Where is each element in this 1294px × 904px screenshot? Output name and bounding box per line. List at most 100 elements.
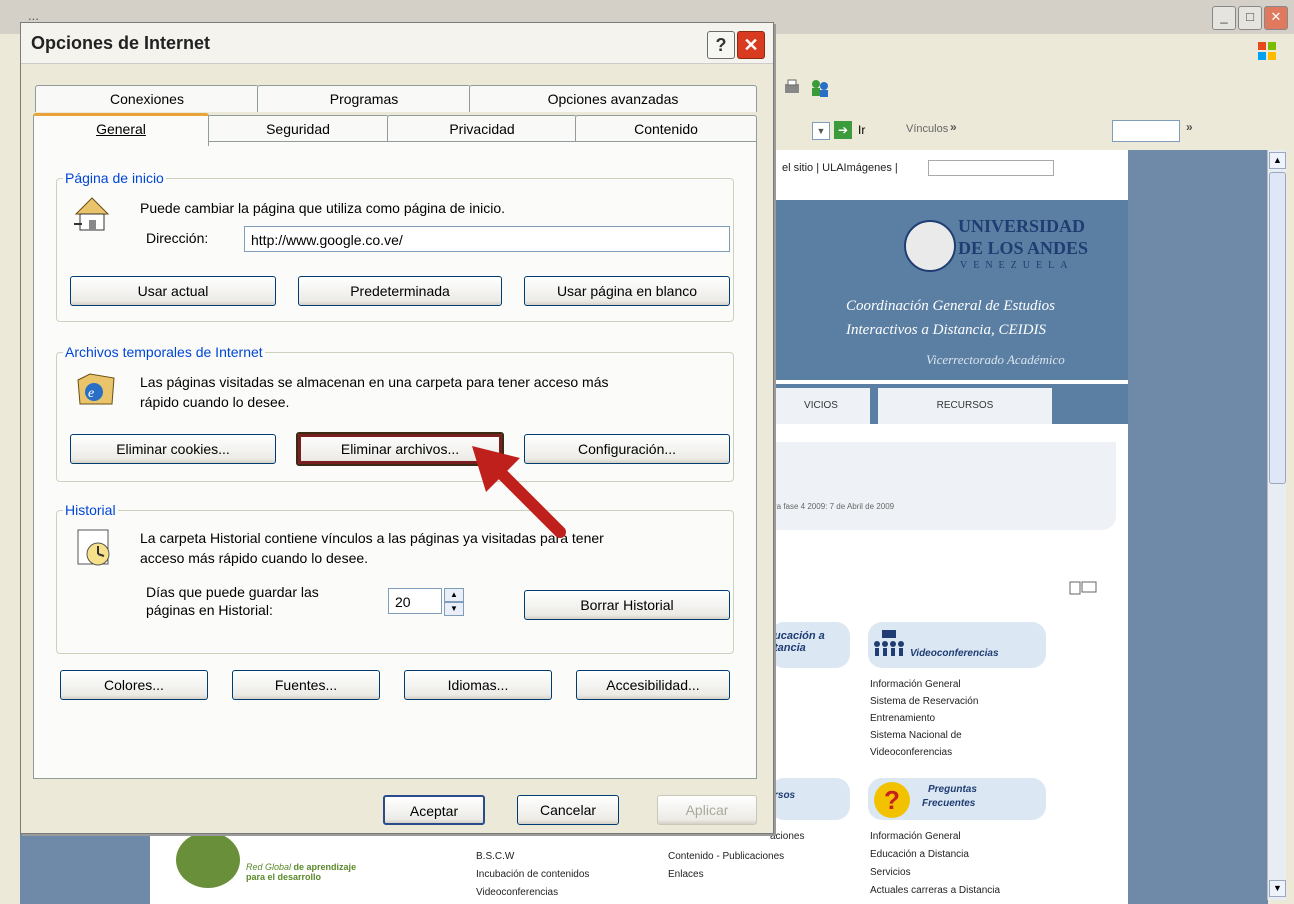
tab-programas[interactable]: Programas	[257, 85, 471, 112]
red-arrow-pointer	[464, 440, 574, 540]
red-global-2: de aprendizaje	[293, 862, 357, 872]
tab-conexiones[interactable]: Conexiones	[35, 85, 259, 112]
red-global-globe-icon	[176, 832, 240, 888]
red-global-1: Red Global	[246, 862, 292, 872]
faq-item[interactable]: Actuales carreras a Distancia	[870, 882, 1000, 900]
videoconf-item[interactable]: Entrenamiento	[870, 710, 978, 727]
clear-history-button[interactable]: Borrar Historial	[524, 590, 730, 620]
stepper-up-icon[interactable]: ▲	[444, 588, 464, 602]
videoconf-item[interactable]: Sistema de Reservación	[870, 693, 978, 710]
use-blank-button[interactable]: Usar página en blanco	[524, 276, 730, 306]
internet-options-dialog: Opciones de Internet ? ✕ Conexiones Prog…	[20, 22, 774, 834]
tab-seguridad[interactable]: Seguridad	[207, 115, 389, 142]
home-address-input[interactable]: http://www.google.co.ve/	[244, 226, 730, 252]
news-date-text: ra fase 4 2009: 7 de Abril de 2009	[774, 502, 895, 511]
history-clock-icon	[74, 526, 116, 568]
section-faq-label-2: Frecuentes	[922, 798, 976, 809]
university-country: VENEZUELA	[960, 260, 1074, 271]
dropdown-arrow-icon[interactable]: ▼	[812, 122, 830, 140]
toolbar-search-input[interactable]	[1112, 120, 1180, 142]
ok-button[interactable]: Aceptar	[383, 795, 485, 825]
banner-line-2: Interactivos a Distancia, CEIDIS	[846, 322, 1046, 338]
dialog-close-button[interactable]: ✕	[737, 31, 765, 59]
minimize-button[interactable]: _	[1212, 6, 1236, 30]
history-legend: Historial	[65, 502, 116, 518]
svg-text:e: e	[88, 386, 94, 401]
resources-list-2-top: aciones	[770, 828, 804, 846]
chevron-icon[interactable]: »	[950, 120, 957, 134]
videoconf-item[interactable]: Videoconferencias	[870, 744, 978, 761]
resource-item[interactable]: aciones	[770, 828, 804, 846]
site-search-input[interactable]	[928, 160, 1054, 176]
browser-title: ...	[28, 8, 39, 23]
resource-item[interactable]: Incubación de contenidos	[476, 866, 589, 884]
university-name-1: UNIVERSIDAD	[958, 216, 1086, 236]
go-label[interactable]: Ir	[858, 123, 865, 137]
fonts-button[interactable]: Fuentes...	[232, 670, 380, 700]
nav-tab-servicios[interactable]: VICIOS	[772, 388, 870, 424]
red-global-text[interactable]: Red Global de aprendizaje para el desarr…	[246, 862, 356, 882]
faq-item[interactable]: Información General	[870, 828, 1000, 846]
languages-button[interactable]: Idiomas...	[404, 670, 552, 700]
section-educacion-label: ucación a tancia	[774, 630, 825, 654]
delete-cookies-button[interactable]: Eliminar cookies...	[70, 434, 276, 464]
resource-item[interactable]: Enlaces	[668, 866, 784, 884]
home-page-legend: Página de inicio	[65, 170, 164, 186]
scroll-thumb[interactable]	[1269, 172, 1286, 484]
colors-button[interactable]: Colores...	[60, 670, 208, 700]
use-default-button[interactable]: Predeterminada	[298, 276, 502, 306]
tab-privacidad[interactable]: Privacidad	[387, 115, 577, 142]
go-arrow-icon[interactable]: ➔	[834, 121, 852, 139]
print-icon[interactable]	[782, 78, 802, 98]
section-recursos-label: rsos	[774, 790, 796, 801]
stepper-down-icon[interactable]: ▼	[444, 602, 464, 616]
temp-description-1: Las páginas visitadas se almacenan en un…	[140, 374, 609, 390]
tab-panel-general: Página de inicio Puede cambiar la página…	[33, 141, 757, 779]
tab-contenido[interactable]: Contenido	[575, 115, 757, 142]
temp-files-legend: Archivos temporales de Internet	[65, 344, 263, 360]
section-faq[interactable]: ? Preguntas Frecuentes	[868, 778, 1046, 820]
question-icon: ?	[874, 782, 910, 818]
university-banner: UNIVERSIDAD DE LOS ANDES VENEZUELA Coord…	[770, 200, 1128, 380]
maximize-button[interactable]: □	[1238, 6, 1262, 30]
tab-opciones-avanzadas[interactable]: Opciones avanzadas	[469, 85, 757, 112]
resource-item[interactable]: Videoconferencias	[476, 884, 589, 902]
scroll-up-icon[interactable]: ▲	[1269, 152, 1286, 169]
apply-button[interactable]: Aplicar	[657, 795, 757, 825]
faq-item[interactable]: Servicios	[870, 864, 1000, 882]
scroll-down-icon[interactable]: ▼	[1269, 880, 1286, 897]
browser-close-button[interactable]: ✕	[1264, 6, 1288, 30]
news-box: ra fase 4 2009: 7 de Abril de 2009	[770, 442, 1116, 530]
print-email-icon[interactable]	[1068, 578, 1098, 598]
links-label[interactable]: Vínculos	[906, 123, 948, 135]
section-recursos[interactable]: rsos	[770, 778, 850, 820]
university-seal-icon	[904, 220, 956, 272]
use-current-button[interactable]: Usar actual	[70, 276, 276, 306]
videoconf-item[interactable]: Información General	[870, 676, 978, 693]
section-educacion[interactable]: ucación a tancia	[770, 622, 850, 668]
resources-list-2: Contenido - Publicaciones Enlaces	[668, 848, 784, 884]
page-scrollbar[interactable]: ▲ ▼	[1267, 150, 1286, 900]
help-button[interactable]: ?	[707, 31, 735, 59]
days-input[interactable]: 20	[388, 588, 442, 614]
resources-list-1: B.S.C.W Incubación de contenidos Videoco…	[476, 848, 589, 902]
resource-item[interactable]: Contenido - Publicaciones	[668, 848, 784, 866]
chevron-right-icon[interactable]: »	[1186, 120, 1193, 134]
tab-general[interactable]: General	[33, 113, 209, 146]
section-videoconferencias[interactable]: Videoconferencias	[868, 622, 1046, 668]
nav-tab-recursos[interactable]: RECURSOS	[878, 388, 1052, 424]
home-icon	[72, 194, 112, 234]
ie-folder-icon: e	[74, 366, 118, 410]
messenger-icon[interactable]	[808, 78, 832, 98]
site-search-text: el sitio | ULAImágenes |	[782, 162, 898, 174]
accessibility-button[interactable]: Accesibilidad...	[576, 670, 730, 700]
videoconf-list: Información General Sistema de Reservaci…	[870, 676, 978, 761]
faq-item[interactable]: Educación a Distancia	[870, 846, 1000, 864]
resource-item[interactable]: B.S.C.W	[476, 848, 589, 866]
faq-list: Información General Educación a Distanci…	[870, 828, 1000, 900]
cancel-button[interactable]: Cancelar	[517, 795, 619, 825]
videoconf-item[interactable]: Sistema Nacional de	[870, 727, 978, 744]
history-group: Historial	[56, 502, 734, 654]
section-videoconferencias-label: Videoconferencias	[910, 648, 999, 659]
days-stepper[interactable]: ▲ ▼	[444, 588, 464, 616]
